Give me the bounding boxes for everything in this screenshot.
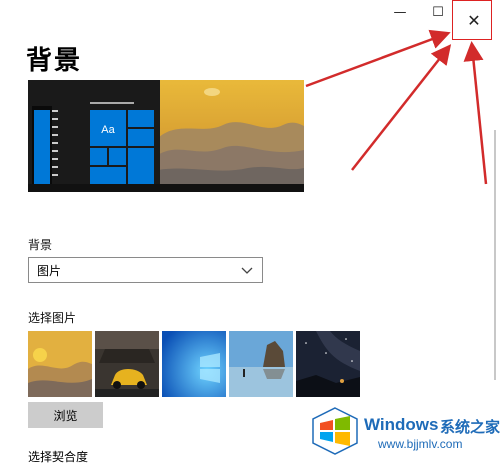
choose-picture-label: 选择图片 (28, 311, 77, 325)
thumbnail-windows-blue[interactable] (162, 331, 226, 397)
scrollbar[interactable] (494, 130, 496, 380)
choose-fit-label: 选择契合度 (28, 450, 89, 464)
preview-tile-text: Aa (101, 124, 115, 136)
minimize-button[interactable]: — (380, 0, 420, 24)
watermark-cn: 系统之家 (440, 418, 500, 436)
background-preview: Aa (28, 80, 304, 192)
watermark-url: www.bjjmlv.com (378, 437, 463, 451)
background-label: 背景 (28, 238, 53, 252)
page-title: 背景 (26, 46, 83, 76)
minimize-icon: — (393, 4, 407, 20)
background-type-value: 图片 (37, 263, 62, 278)
maximize-icon: ☐ (432, 4, 444, 20)
thumbnail-beach-rocks[interactable] (229, 331, 293, 397)
thumbnail-yellow-desert[interactable] (28, 331, 92, 397)
watermark: Windows 系统之家 www.bjjmlv.com (310, 405, 500, 457)
thumbnail-car-garage[interactable] (95, 331, 159, 397)
close-button[interactable]: ✕ (455, 0, 493, 40)
chevron-down-icon (240, 263, 254, 280)
arrow-3 (463, 41, 488, 185)
picture-thumbnails (28, 331, 360, 397)
arrow-1 (305, 29, 451, 88)
background-type-select[interactable]: 图片 (28, 257, 263, 283)
thumbnail-night-sky[interactable] (296, 331, 360, 397)
arrow-2 (351, 44, 452, 171)
browse-button[interactable]: 浏览 (28, 402, 103, 428)
watermark-brand: Windows (364, 415, 439, 434)
close-icon: ✕ (467, 10, 481, 30)
windows-logo-icon (312, 407, 358, 455)
